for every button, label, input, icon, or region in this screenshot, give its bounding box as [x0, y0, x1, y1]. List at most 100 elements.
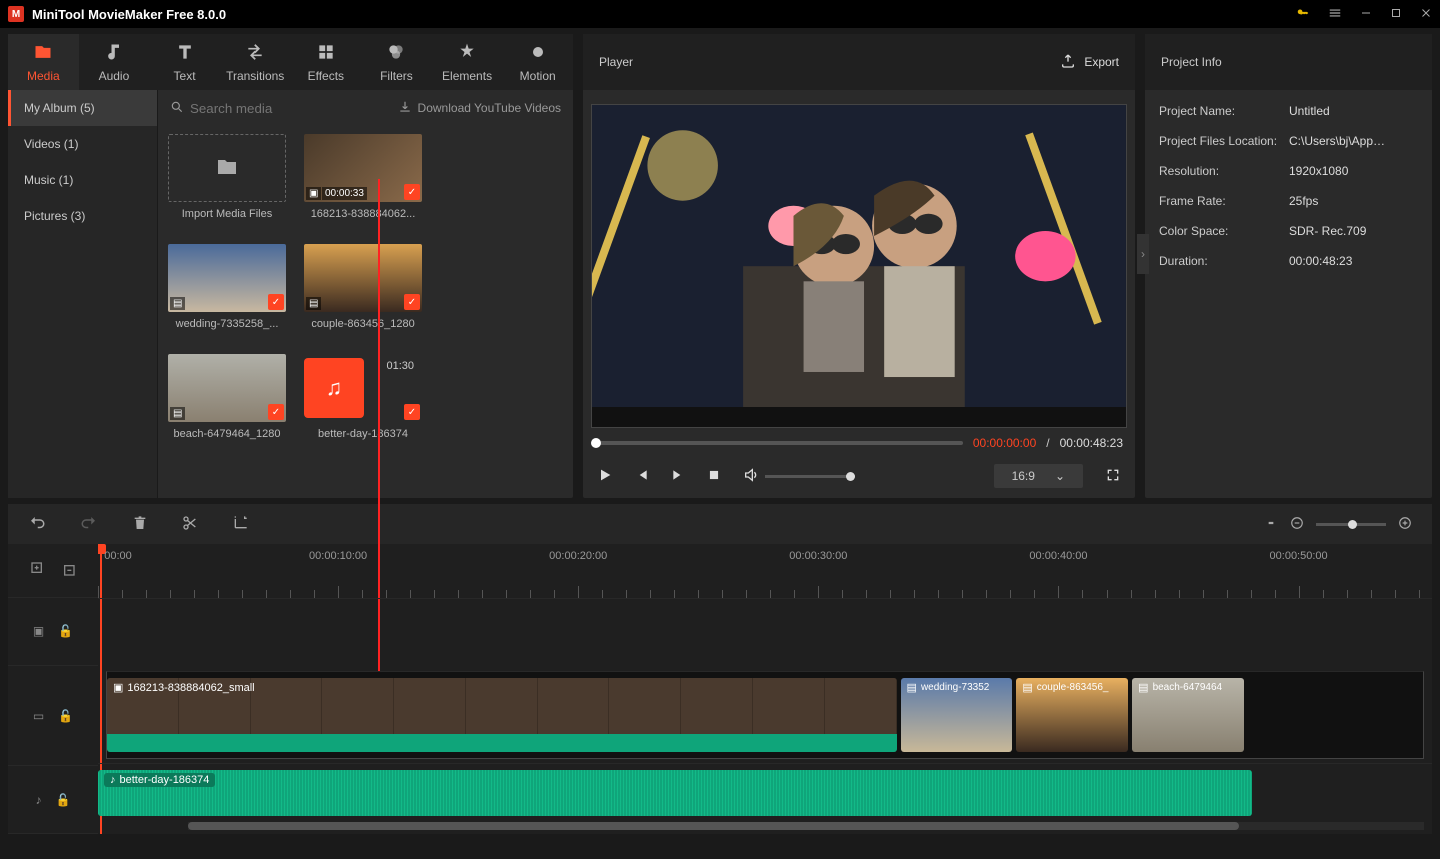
tab-audio-label: Audio [99, 69, 130, 83]
video-track-icon: ▭ [33, 709, 44, 723]
undo-button[interactable] [28, 514, 46, 535]
image-clip-3[interactable]: ▤beach-6479464 [1132, 678, 1244, 752]
video-track[interactable]: ▣168213-838884062_small ▤wedding-73352 ▤… [106, 671, 1424, 759]
remove-track-button[interactable] [60, 561, 76, 580]
export-label: Export [1084, 55, 1119, 69]
export-button[interactable]: Export [1060, 53, 1119, 72]
ruler-label: 00:00:40:00 [1029, 550, 1087, 562]
tab-motion[interactable]: Motion [502, 34, 573, 90]
ruler-label: 00:00:30:00 [789, 550, 847, 562]
lock-icon[interactable]: 🔓 [58, 709, 73, 723]
overlay-track[interactable] [98, 598, 1432, 657]
folder-icon [215, 155, 239, 182]
media-item-pic1[interactable]: ▤ ✓ wedding-7335258_... [168, 244, 286, 344]
download-icon [398, 100, 412, 117]
proj-key: Duration: [1159, 254, 1289, 268]
tab-text[interactable]: Text [149, 34, 220, 90]
video-clip-1[interactable]: ▣168213-838884062_small [107, 678, 897, 752]
close-icon[interactable] [1420, 7, 1432, 22]
timeline: ▣🔓 ▭🔓 ♪🔓 00:00 00:00:10:00 00:00:20:00 0… [8, 544, 1432, 834]
image-type-icon: ▤ [170, 297, 185, 310]
zoom-slider[interactable] [1316, 523, 1386, 526]
music-icon: ♫ [304, 358, 364, 418]
split-button[interactable] [182, 515, 198, 534]
image-clip-1[interactable]: ▤wedding-73352 [901, 678, 1013, 752]
proj-value: 00:00:48:23 [1289, 254, 1418, 268]
crop-button[interactable] [232, 515, 248, 534]
stop-button[interactable] [707, 468, 721, 485]
search-icon [170, 100, 184, 117]
tab-media[interactable]: Media [8, 34, 79, 90]
redo-button[interactable] [80, 514, 98, 535]
time-separator: / [1046, 436, 1049, 450]
ruler-label: 00:00:50:00 [1270, 550, 1328, 562]
media-item-video1[interactable]: ▣ 00:00:33 ✓ 168213-838884062... [304, 134, 422, 234]
prev-button[interactable] [635, 468, 649, 485]
timeline-ruler[interactable]: 00:00 00:00:10:00 00:00:20:00 00:00:30:0… [98, 544, 1432, 598]
timeline-scrollbar[interactable] [188, 822, 1424, 830]
tab-transitions-label: Transitions [226, 69, 284, 83]
fit-zoom-button[interactable] [1264, 516, 1278, 533]
minimize-icon[interactable] [1360, 7, 1372, 22]
delete-button[interactable] [132, 515, 148, 534]
ruler-label: 00:00 [104, 550, 132, 562]
zoom-out-button[interactable] [1290, 516, 1304, 533]
media-panel: Media Audio Text Transitions Effects Fil… [8, 34, 573, 498]
tab-media-label: Media [27, 69, 60, 83]
import-media-label: Import Media Files [168, 208, 286, 220]
key-icon[interactable] [1296, 6, 1310, 23]
project-info-title: Project Info [1161, 55, 1222, 69]
tab-text-label: Text [174, 69, 196, 83]
media-item-pic3[interactable]: ▤ ✓ beach-6479464_1280 [168, 354, 286, 454]
play-button[interactable] [597, 467, 613, 486]
timeline-toolbar [8, 504, 1432, 544]
scrub-bar[interactable] [595, 441, 963, 445]
sidebar-item-myalbum[interactable]: My Album (5) [8, 90, 157, 126]
download-youtube-button[interactable]: Download YouTube Videos [398, 100, 561, 117]
overlay-track-icon: ▣ [33, 624, 44, 638]
sidebar-item-pictures[interactable]: Pictures (3) [8, 198, 157, 234]
tab-elements[interactable]: Elements [432, 34, 503, 90]
clip-label: wedding-73352 [921, 682, 989, 693]
sidebar-item-videos[interactable]: Videos (1) [8, 126, 157, 162]
video-preview[interactable] [591, 104, 1127, 428]
fullscreen-button[interactable] [1105, 467, 1121, 486]
ruler-label: 00:00:10:00 [309, 550, 367, 562]
menu-icon[interactable] [1328, 6, 1342, 23]
volume-slider[interactable] [765, 475, 855, 478]
import-media-button[interactable]: Import Media Files [168, 134, 286, 234]
sidebar-item-music[interactable]: Music (1) [8, 162, 157, 198]
lock-icon[interactable]: 🔓 [58, 624, 73, 638]
image-clip-2[interactable]: ▤couple-863456_ [1016, 678, 1128, 752]
video-clip-icon: ▣ [113, 681, 123, 694]
tab-transitions[interactable]: Transitions [220, 34, 291, 90]
project-info-panel: Project Info Project Name:Untitled Proje… [1145, 34, 1432, 498]
lock-icon[interactable]: 🔓 [56, 793, 71, 807]
aspect-ratio-select[interactable]: 16:9 ⌄ [994, 464, 1083, 488]
player-title: Player [599, 55, 1060, 69]
media-sidebar: My Album (5) Videos (1) Music (1) Pictur… [8, 90, 158, 498]
tab-effects[interactable]: Effects [291, 34, 362, 90]
proj-key: Resolution: [1159, 164, 1289, 178]
tab-audio[interactable]: Audio [79, 34, 150, 90]
proj-value: 25fps [1289, 194, 1418, 208]
audio-track[interactable]: ♪better-day-186374 [98, 763, 1432, 822]
video-type-icon: ▣ [306, 187, 321, 200]
audio-clip-1[interactable]: ♪better-day-186374 [98, 770, 1252, 816]
media-item-music1[interactable]: ♫ 01:30 ✓ better-day-186374 [304, 354, 422, 454]
image-type-icon: ▤ [306, 297, 321, 310]
volume-icon[interactable] [743, 467, 759, 486]
tab-effects-label: Effects [308, 69, 344, 83]
tab-filters-label: Filters [380, 69, 413, 83]
collapse-panel-button[interactable]: › [1137, 234, 1149, 274]
check-icon: ✓ [404, 294, 420, 310]
search-input[interactable] [190, 101, 340, 116]
player-panel: Player Export [583, 34, 1135, 498]
proj-key: Color Space: [1159, 224, 1289, 238]
zoom-in-button[interactable] [1398, 516, 1412, 533]
add-track-button[interactable] [30, 561, 46, 580]
media-item-pic2[interactable]: ▤ ✓ couple-863456_1280 [304, 244, 422, 344]
maximize-icon[interactable] [1390, 7, 1402, 22]
tab-filters[interactable]: Filters [361, 34, 432, 90]
next-button[interactable] [671, 468, 685, 485]
